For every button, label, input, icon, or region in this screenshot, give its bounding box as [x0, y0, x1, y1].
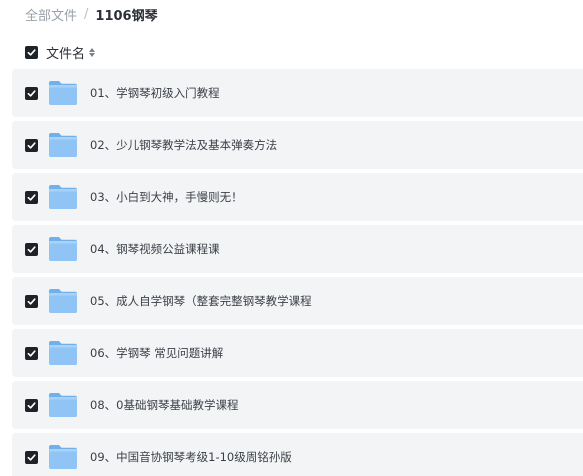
breadcrumb-separator: /: [84, 6, 89, 22]
folder-icon: [49, 237, 77, 261]
sort-icon[interactable]: [89, 47, 96, 57]
row-checkbox[interactable]: [25, 398, 38, 412]
file-row[interactable]: 05、成人自学钢琴（整套完整钢琴教学课程: [12, 277, 583, 325]
checkmark-icon: [27, 48, 36, 56]
sort-ascending-icon: [89, 47, 96, 52]
file-name[interactable]: 01、学钢琴初级入门教程: [90, 85, 220, 101]
folder-icon: [49, 445, 77, 469]
row-checkbox[interactable]: [25, 294, 38, 308]
file-row[interactable]: 03、小白到大神，手慢则无！: [12, 173, 583, 221]
breadcrumb-current-folder: 1106钢琴: [95, 8, 158, 24]
row-checkbox[interactable]: [25, 346, 38, 360]
file-row[interactable]: 01、学钢琴初级入门教程: [12, 69, 583, 117]
checkmark-icon: [27, 349, 36, 357]
checkmark-icon: [27, 193, 36, 201]
file-name[interactable]: 03、小白到大神，手慢则无！: [90, 189, 243, 205]
folder-icon: [49, 185, 77, 209]
checkmark-icon: [27, 297, 36, 305]
file-name[interactable]: 05、成人自学钢琴（整套完整钢琴教学课程: [90, 293, 312, 309]
file-row[interactable]: 04、钢琴视频公益课程课: [12, 225, 583, 273]
file-row[interactable]: 09、中国音协钢琴考级1-10级周铭孙版: [12, 433, 583, 476]
row-checkbox[interactable]: [25, 242, 38, 256]
file-row[interactable]: 06、学钢琴 常见问题讲解: [12, 329, 583, 377]
file-name[interactable]: 04、钢琴视频公益课程课: [90, 241, 220, 257]
file-name[interactable]: 08、0基础钢琴基础教学课程: [90, 397, 238, 413]
checkmark-icon: [27, 89, 36, 97]
row-checkbox[interactable]: [25, 86, 38, 100]
select-all-checkbox[interactable]: [25, 45, 38, 59]
checkmark-icon: [27, 141, 36, 149]
file-list: 01、学钢琴初级入门教程 02、少儿钢琴教学法及基本弹奏方法 03、小白到大神，…: [12, 69, 583, 476]
list-header: 文件名: [25, 43, 96, 62]
file-browser: 全部文件 / 1106钢琴 文件名 01、学钢琴初级入门教程 02、少儿钢琴教学…: [0, 0, 583, 476]
folder-icon: [49, 289, 77, 313]
breadcrumb-root-link[interactable]: 全部文件: [25, 5, 77, 24]
checkmark-icon: [27, 245, 36, 253]
breadcrumb: 全部文件 / 1106钢琴: [25, 4, 158, 24]
folder-icon: [49, 81, 77, 105]
column-header-filename[interactable]: 文件名: [46, 43, 85, 62]
row-checkbox[interactable]: [25, 450, 38, 464]
row-checkbox[interactable]: [25, 138, 38, 152]
folder-icon: [49, 341, 77, 365]
folder-icon: [49, 133, 77, 157]
file-row[interactable]: 02、少儿钢琴教学法及基本弹奏方法: [12, 121, 583, 169]
checkmark-icon: [27, 453, 36, 461]
folder-icon: [49, 393, 77, 417]
sort-descending-icon: [89, 52, 96, 57]
checkmark-icon: [27, 401, 36, 409]
file-name[interactable]: 09、中国音协钢琴考级1-10级周铭孙版: [90, 449, 292, 465]
file-row[interactable]: 08、0基础钢琴基础教学课程: [12, 381, 583, 429]
row-checkbox[interactable]: [25, 190, 38, 204]
file-name[interactable]: 06、学钢琴 常见问题讲解: [90, 345, 223, 361]
file-name[interactable]: 02、少儿钢琴教学法及基本弹奏方法: [90, 137, 277, 153]
